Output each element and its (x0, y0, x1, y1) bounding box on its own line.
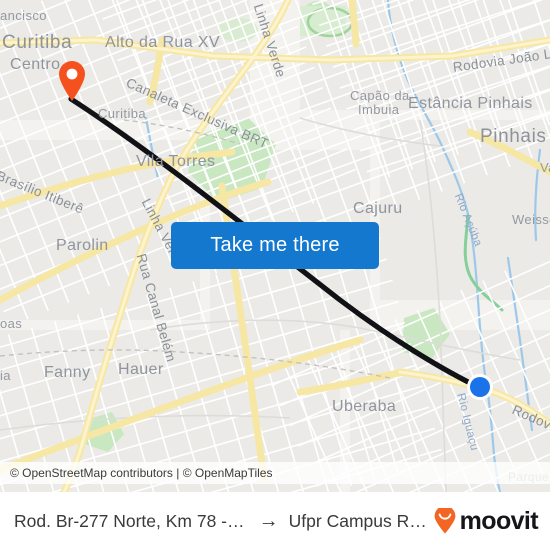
destination-stop-label: Ufpr Campus Reb… (288, 510, 433, 531)
map-view[interactable]: ancisco Curitiba Centro Alto da Rua XV Canal… (0, 0, 550, 492)
moovit-pin-icon (434, 508, 456, 534)
take-me-there-button[interactable]: Take me there (171, 222, 379, 269)
trip-footer-bar: Rod. Br-277 Norte, Km 78 - Pe… → Ufpr Ca… (0, 492, 550, 550)
origin-pin-icon[interactable] (57, 60, 87, 102)
moovit-brand[interactable]: moovit (433, 506, 539, 536)
map-attribution: © OpenStreetMap contributors | © OpenMap… (0, 462, 550, 484)
origin-stop-label: Rod. Br-277 Norte, Km 78 - Pe… (14, 510, 249, 531)
arrow-right-icon: → (258, 510, 279, 532)
moovit-trip-card: ancisco Curitiba Centro Alto da Rua XV Canal… (0, 0, 550, 550)
destination-dot-icon[interactable] (466, 373, 494, 401)
moovit-wordmark: moovit (459, 506, 539, 535)
